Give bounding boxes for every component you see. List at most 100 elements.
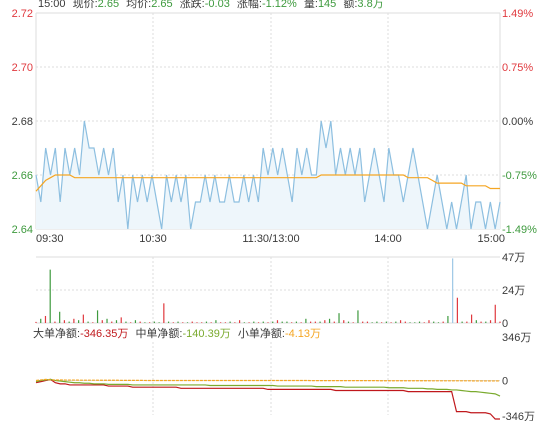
header-amount: 3.8万 [357,0,383,10]
volume-bar [229,321,231,323]
volume-bar [385,321,387,323]
volume-bar [324,320,326,323]
time-tick-label: 14:00 [374,233,402,245]
volume-bar [139,321,141,323]
volume-bar [447,315,449,323]
header-avg: 2.65 [151,0,172,10]
volume-bar [243,322,245,323]
flow-small-label: 小单净额: [238,326,285,340]
stock-chart: 15:00 现价:2.65 均价:2.65 涨跌:-0.03 涨幅:-1.12%… [12,0,537,421]
volume-bar [319,321,321,323]
header-change-label: 涨跌: [180,0,205,10]
volume-bar [44,315,47,323]
header-pct: -1.12% [262,0,297,10]
volume-bar [286,321,288,323]
volume-bar [357,310,359,323]
volume-bar [215,320,217,323]
volume-bar [300,322,302,323]
volume-bar [40,318,42,323]
volume-bar [433,321,435,323]
flow-large-label: 大单净额: [33,326,80,340]
header-price-label: 现价: [73,0,98,10]
volume-bar [291,322,293,323]
price-y-tick-label: 2.72 [12,8,33,20]
volume-bar [262,321,264,323]
volume-bar [371,322,373,323]
volume-bar [414,322,416,323]
time-tick-label: 15:00 [477,233,505,245]
volume-bar [158,322,160,323]
volume-bar [456,297,458,323]
volume-bar [196,322,198,323]
volume-bar [257,322,260,323]
volume-bar [295,321,298,323]
vol-y-tick-label: 47万 [502,252,525,264]
volume-bar [172,322,174,323]
volume-bar [253,321,255,323]
volume-bar [494,304,496,323]
pct-y-tick-label: -1.49% [502,224,537,236]
volume-bar [267,322,269,323]
volume-bar [63,320,66,323]
volume-bar [376,321,378,323]
flow-small: -4.13万 [285,328,321,340]
volume-bar [130,322,132,323]
flow-large: -346.35万 [80,328,128,340]
volume-bar [381,322,383,323]
flow-y-tick-label: -346万 [502,411,535,421]
volume-bar [305,318,307,323]
price-y-tick-label: 2.64 [12,224,33,236]
volume-bar [92,322,94,323]
volume-bar [470,314,473,323]
volume-bar [106,318,108,323]
pct-y-tick-label: 0.00% [502,116,533,128]
flow-y-tick-label: 0 [502,376,508,388]
volume-bar [281,321,283,323]
price-y-tick-label: 2.66 [12,170,33,182]
volume-bar [499,321,501,323]
header-amount-label: 额: [343,0,357,10]
volume-bar [210,322,212,323]
volume-bar [238,320,241,323]
volume-bar [390,322,392,323]
volume-bar [314,321,316,323]
pct-y-tick-label: 0.75% [502,62,533,74]
mid-order-line [35,378,501,397]
volume-bar [205,321,208,323]
volume-bar [149,322,151,323]
volume-bar [234,322,236,323]
volume-bar [489,320,492,323]
volume-bar [272,321,274,323]
volume-bar [423,322,425,323]
volume-bar [68,321,70,323]
volume-bar [54,321,56,323]
volume-bar [224,322,226,323]
volume-bar [442,321,444,323]
volume-bar [362,321,364,323]
flow-y-tick-label: 346万 [502,332,531,344]
volume-bar [352,322,354,323]
header-change: -0.03 [205,0,230,10]
volume-bar [125,321,127,323]
pct-y-tick-label: 1.49% [502,8,533,20]
volume-bar [59,311,61,323]
volume-bar [466,321,468,323]
volume-bar [343,320,345,323]
volume-bar [96,310,99,323]
volume-bar [78,320,80,323]
volume-bar [428,320,430,323]
volume-bar [404,321,406,323]
vol-y-tick-label: 0 [502,318,508,330]
volume-bar [485,321,487,323]
volume-bar [182,322,184,323]
header-avg-label: 均价: [126,0,151,10]
volume-bar [395,321,397,323]
price-y-tick-label: 2.70 [12,62,33,74]
volume-bar [475,320,477,323]
volume-bar [144,322,146,323]
volume-bar [366,321,369,323]
flow-info: 大单净额:-346.35万 中单净额:-140.39万 小单净额:-4.13万 [33,326,321,340]
header-time: 15:00 [38,0,66,10]
volume-bar [87,321,89,323]
flow-mid-label: 中单净额: [135,326,182,340]
